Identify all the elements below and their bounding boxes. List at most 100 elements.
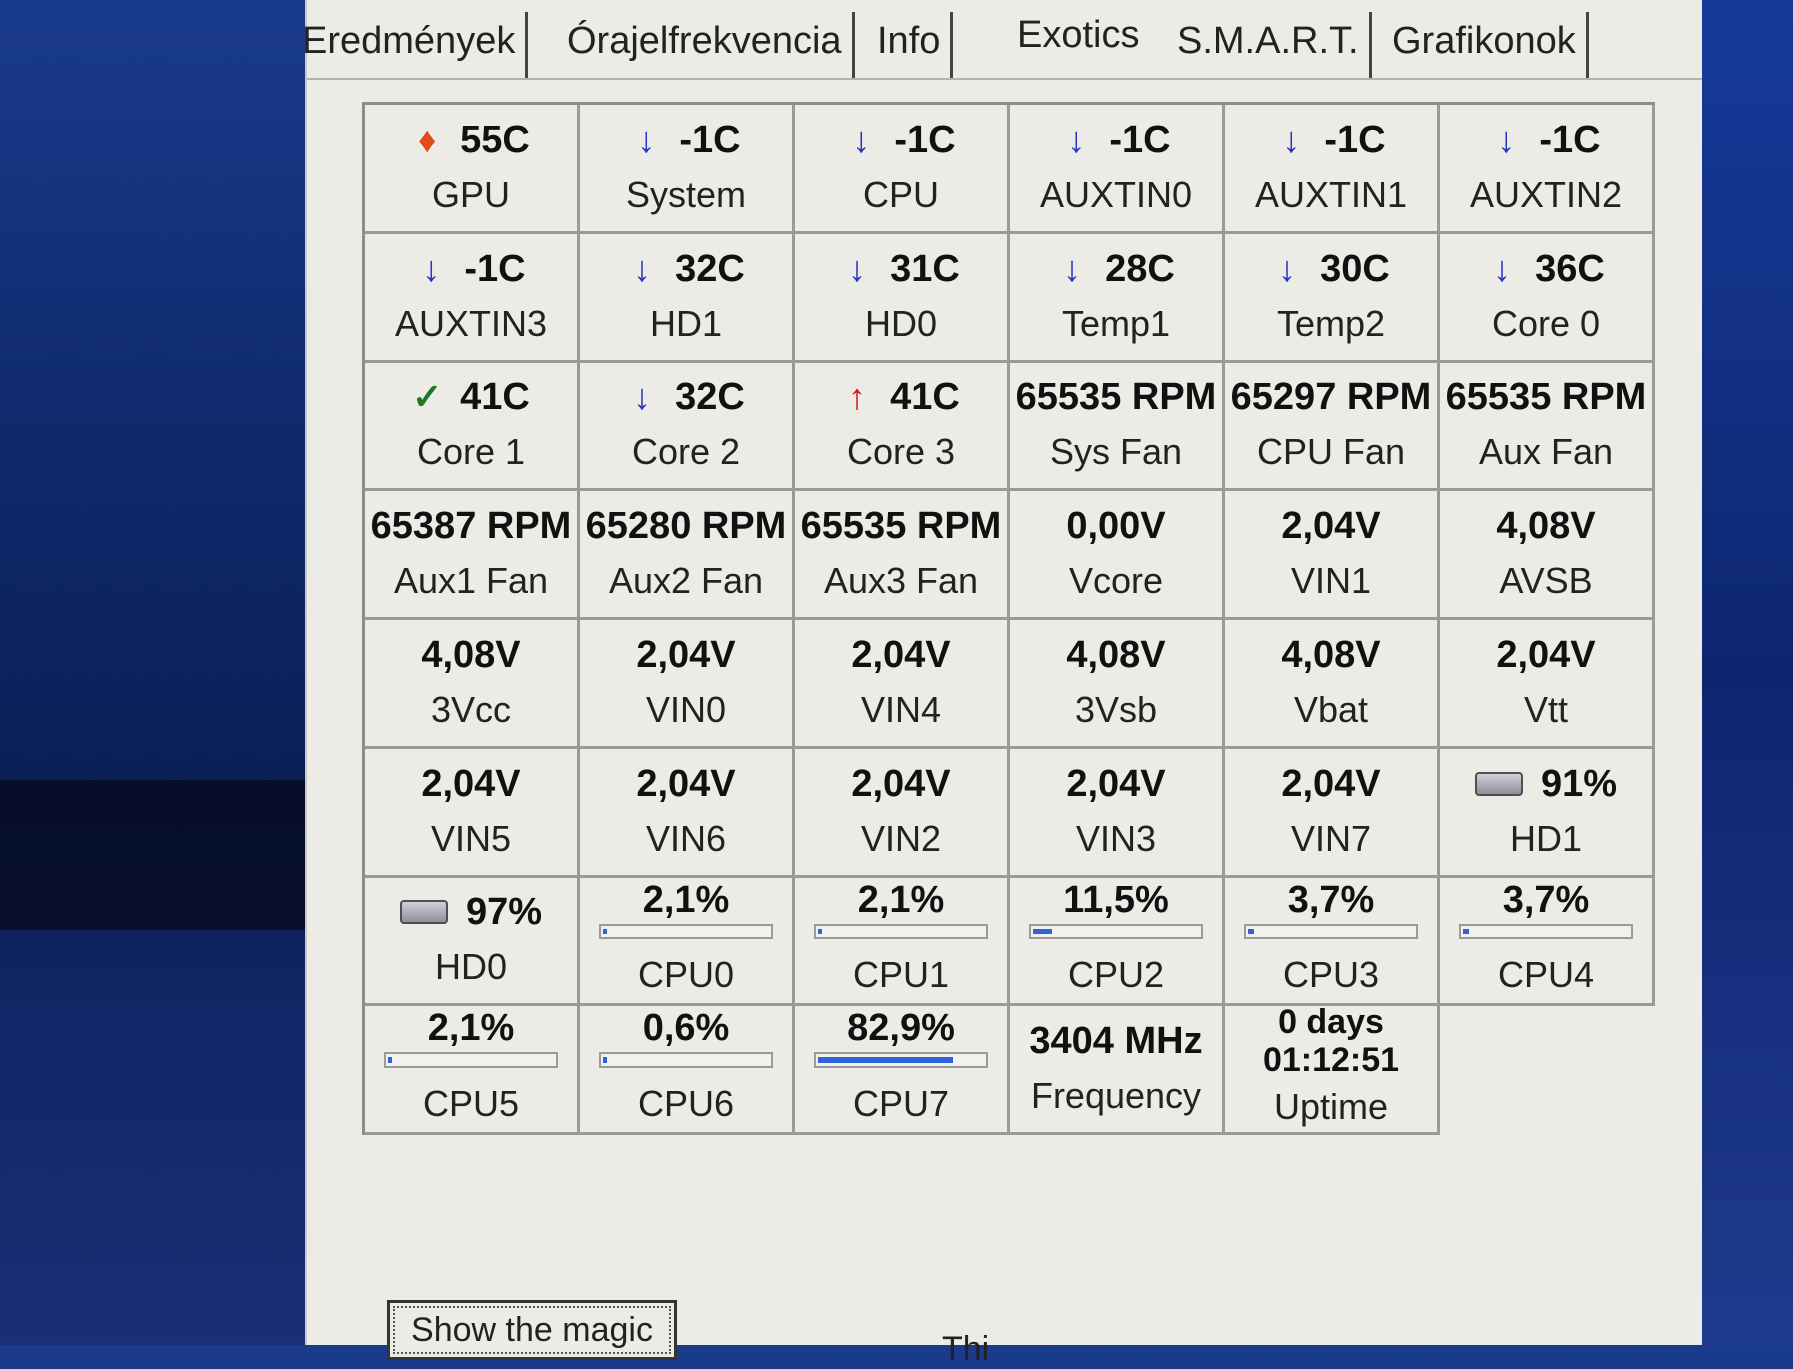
- desktop-background: [0, 780, 330, 930]
- sensor-label: Core 2: [631, 431, 741, 473]
- sensor-label: VIN3: [1075, 817, 1157, 859]
- sensor-cell-avsb: 4,08V AVSB: [1440, 491, 1655, 620]
- sensor-label: Aux1 Fan: [393, 560, 549, 602]
- sensor-value-text: 0,00V: [1066, 505, 1166, 548]
- sensor-value: ↓ 28C: [1057, 242, 1175, 296]
- cpu-usage-bar-fill: [1033, 928, 1052, 935]
- sensor-value: ↓ 32C: [627, 242, 745, 296]
- tab-divider: [307, 78, 1702, 80]
- tab-grafikonok[interactable]: Grafikonok: [1382, 12, 1589, 80]
- sensor-value: 2,04V: [851, 628, 950, 682]
- sensor-cell-vin1: 2,04V VIN1: [1225, 491, 1440, 620]
- sensor-value-text: 91%: [1540, 762, 1618, 805]
- sensor-value-text: 65535 RPM: [800, 505, 1002, 548]
- cpu-usage-bar-fill: [388, 1057, 392, 1063]
- sensor-cell-hd0: 97% HD0: [365, 877, 580, 1007]
- sensor-value: 2,1%: [428, 1006, 515, 1050]
- sensor-value-text: 82,9%: [847, 1007, 955, 1050]
- sensor-value-text: 41C: [890, 376, 960, 419]
- sensor-value-text: 2,04V: [636, 762, 736, 805]
- sensor-value-text: 4,08V: [1496, 505, 1596, 548]
- sensor-value-text: 2,04V: [1281, 505, 1381, 548]
- sensor-label: CPU7: [852, 1083, 950, 1124]
- cpu-usage-bar: [1244, 923, 1418, 940]
- cpu-usage-bar: [599, 1052, 773, 1068]
- sensor-cell-uptime: 0 days 01:12:51 Uptime: [1225, 1006, 1440, 1135]
- sensor-value-text: 65535 RPM: [1445, 376, 1647, 419]
- sensor-cell-core-2: ↓ 32C Core 2: [580, 362, 795, 492]
- sensor-label: Vtt: [1523, 688, 1568, 730]
- arrow-down-icon: ↓: [852, 118, 871, 160]
- sensor-cell-core-3: ↑ 41C Core 3: [795, 362, 1010, 492]
- sensor-value-text: 4,08V: [421, 633, 521, 676]
- sensor-label: AUXTIN2: [1469, 173, 1623, 215]
- arrow-up-icon: ↑: [848, 376, 867, 418]
- sensor-cell-hd1: ↓ 32C HD1: [580, 233, 795, 363]
- tab-orajelfrekvencia[interactable]: Órajelfrekvencia: [557, 12, 855, 80]
- sensor-label: CPU6: [637, 1083, 735, 1124]
- sensor-label: HD0: [434, 946, 508, 988]
- show-the-magic-button[interactable]: Show the magic: [387, 1300, 677, 1360]
- sensor-cell-cpu2: 11,5% CPU2: [1010, 877, 1225, 1007]
- sensor-cell-hd1: 91% HD1: [1440, 748, 1655, 878]
- sensor-label: AUXTIN0: [1039, 173, 1193, 215]
- sensor-value: 0,00V: [1066, 499, 1165, 553]
- cpu-usage-bar-fill: [603, 1057, 607, 1063]
- sensor-cell-vin5: 2,04V VIN5: [365, 748, 580, 878]
- sensor-cell-core-1: ✓ 41C Core 1: [365, 362, 580, 492]
- sensor-cell-auxtin0: ↓ -1C AUXTIN0: [1010, 105, 1225, 234]
- tab-info[interactable]: Info: [867, 12, 954, 80]
- sensor-value: ↓ -1C: [1061, 113, 1170, 167]
- sensor-cell-cpu7: 82,9% CPU7: [795, 1006, 1010, 1135]
- sensor-value: 2,04V: [1281, 499, 1380, 553]
- arrow-down-icon: ↓: [1497, 118, 1516, 160]
- sensor-value-text: 3,7%: [1287, 878, 1375, 921]
- sensor-value-text: 65297 RPM: [1230, 376, 1432, 419]
- tab-smart[interactable]: S.M.A.R.T.: [1167, 12, 1372, 80]
- sensor-label: AUXTIN3: [394, 302, 548, 344]
- sensor-label: Aux Fan: [1478, 431, 1614, 473]
- sensor-label: CPU2: [1067, 954, 1165, 996]
- arrow-down-icon: ↓: [1278, 247, 1297, 289]
- sensor-cell-core-0: ↓ 36C Core 0: [1440, 233, 1655, 363]
- arrow-down-icon: ↓: [848, 247, 867, 289]
- sensor-value-text: 41C: [460, 376, 530, 419]
- uptime-line: 01:12:51: [1262, 1041, 1400, 1080]
- sensor-value: 65297 RPM: [1231, 370, 1432, 424]
- cpu-usage-bar-fill: [818, 928, 822, 935]
- sensor-cell-cpu1: 2,1% CPU1: [795, 877, 1010, 1007]
- sensor-cell-vin3: 2,04V VIN3: [1010, 748, 1225, 878]
- sensor-cell-temp2: ↓ 30C Temp2: [1225, 233, 1440, 363]
- sensor-value-text: -1C: [679, 118, 741, 161]
- desktop-background-right: [1700, 0, 1793, 1345]
- sensor-cell-cpu6: 0,6% CPU6: [580, 1006, 795, 1135]
- arrow-down-icon: ↓: [1282, 118, 1301, 160]
- sensor-value: 91%: [1474, 757, 1618, 811]
- sensor-label: Core 3: [846, 431, 956, 473]
- sensor-label: AVSB: [1499, 560, 1593, 602]
- sensor-cell-gpu: ♦ 55C GPU: [365, 105, 580, 234]
- sensor-label: VIN0: [645, 688, 727, 730]
- sensor-label: Frequency: [1030, 1075, 1202, 1117]
- sensor-label: VIN6: [645, 817, 727, 859]
- sensor-label: Uptime: [1273, 1086, 1389, 1128]
- tab-eredmenyek[interactable]: Eredmények: [292, 12, 529, 80]
- sensor-label: HD1: [649, 302, 723, 344]
- sensor-label: HD0: [864, 302, 938, 344]
- cpu-usage-bar: [1459, 923, 1633, 940]
- sensor-value: ↓ 36C: [1487, 242, 1605, 296]
- sensor-label: VIN1: [1290, 560, 1372, 602]
- cpu-usage-bar: [384, 1052, 558, 1068]
- sensor-value: 65280 RPM: [586, 499, 787, 553]
- sensor-label: 3Vcc: [430, 688, 512, 730]
- tab-exotics[interactable]: Exotics: [1007, 6, 1150, 74]
- sensor-value: 4,08V: [1496, 499, 1595, 553]
- cpu-usage-bar: [599, 923, 773, 940]
- sensor-value: ↓ -1C: [416, 242, 525, 296]
- sensor-label: VIN4: [860, 688, 942, 730]
- sensor-value-text: -1C: [1324, 118, 1386, 161]
- sensor-label: CPU0: [637, 954, 735, 996]
- arrow-down-icon: ↓: [1063, 247, 1082, 289]
- sensor-label: CPU4: [1497, 954, 1595, 996]
- sensor-value-text: 2,1%: [642, 878, 730, 921]
